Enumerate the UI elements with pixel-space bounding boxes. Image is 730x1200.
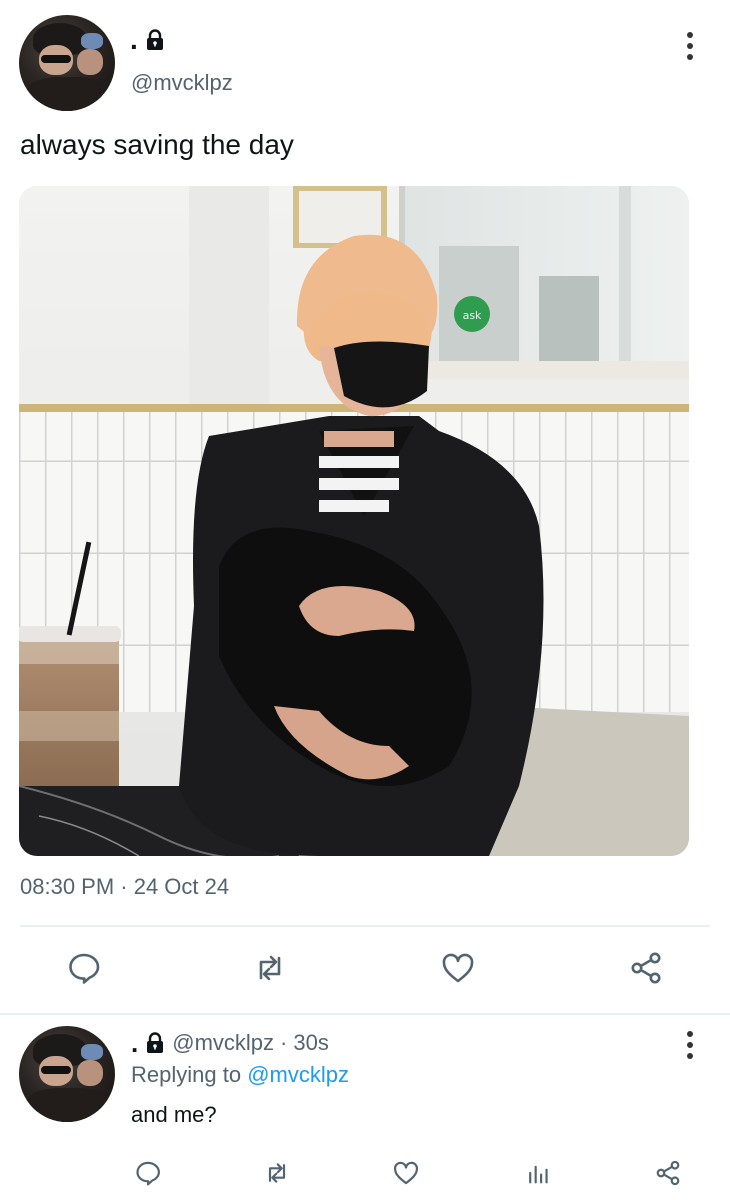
reply-more-options-icon[interactable] — [684, 1031, 696, 1059]
heart-icon — [442, 953, 474, 983]
reply-button[interactable] — [62, 946, 106, 990]
retweet-icon — [259, 955, 281, 981]
reply-views-button[interactable] — [516, 1151, 560, 1195]
replying-to-line: Replying to @mvcklpz — [131, 1062, 349, 1088]
share-button[interactable] — [624, 946, 668, 990]
window-sign-label: ask — [463, 309, 482, 322]
reply-retweet-button[interactable] — [255, 1151, 299, 1195]
reply-meta-separator: · — [280, 1030, 288, 1055]
like-button[interactable] — [436, 946, 480, 990]
reply-reply-button[interactable] — [126, 1151, 170, 1195]
replying-to-link[interactable]: @mvcklpz — [247, 1062, 349, 1087]
tweet-text: always saving the day — [20, 129, 294, 160]
author-name-row: . — [130, 26, 166, 54]
reply-share-button[interactable] — [646, 1151, 690, 1195]
retweet-button[interactable] — [248, 946, 292, 990]
main-tweet: . @mvcklpz always saving the day ask 08:… — [0, 0, 730, 1015]
actions-divider-top — [20, 925, 710, 927]
more-options-icon[interactable] — [684, 32, 696, 60]
share-icon — [631, 952, 661, 984]
reply-icon — [69, 953, 100, 984]
tweet-photo-art: ask — [19, 186, 689, 856]
tweet-timestamp[interactable]: 08:30 PM · 24 Oct 24 — [20, 874, 229, 900]
share-icon — [656, 1160, 680, 1186]
lock-icon — [144, 29, 166, 51]
reply-like-button[interactable] — [384, 1151, 428, 1195]
reply-text: and me? — [131, 1102, 217, 1127]
reply-icon — [136, 1161, 160, 1186]
author-avatar[interactable] — [19, 15, 115, 111]
author-display-name[interactable]: . — [130, 26, 138, 54]
replying-to-prefix: Replying to — [131, 1062, 242, 1087]
reply-author-row: . @mvcklpz · 30s — [131, 1030, 329, 1056]
reply-author-display-name[interactable]: . — [131, 1030, 138, 1056]
retweet-icon — [268, 1163, 286, 1183]
author-handle[interactable]: @mvcklpz — [131, 70, 233, 96]
reply-age: 30s — [293, 1030, 329, 1055]
lock-icon — [144, 1032, 166, 1054]
heart-icon — [394, 1161, 418, 1185]
tweet-photo[interactable]: ask — [19, 186, 689, 856]
reply-tweet[interactable] — [0, 1015, 730, 1200]
views-icon — [529, 1165, 548, 1184]
reply-author-avatar[interactable] — [19, 1026, 115, 1122]
reply-author-handle[interactable]: @mvcklpz — [172, 1030, 274, 1056]
